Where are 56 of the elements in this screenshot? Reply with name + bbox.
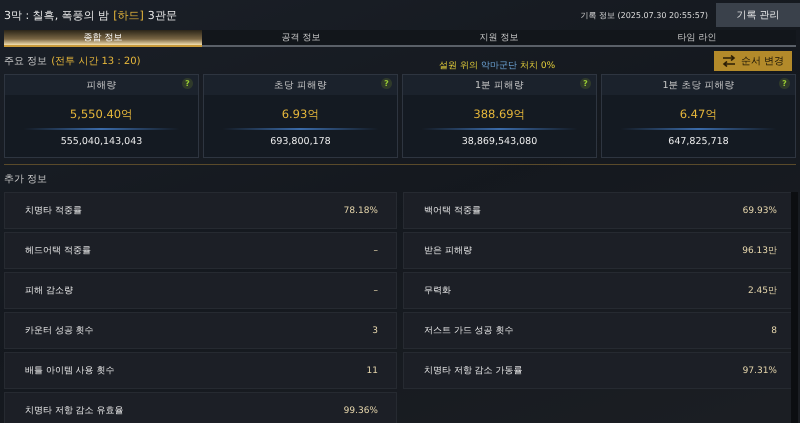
reorder-button[interactable]: 순서 변경 (714, 51, 792, 71)
row-label: 저스트 가드 성공 횟수 (424, 325, 514, 337)
row-value: 3 (372, 326, 378, 336)
help-button[interactable]: ? (779, 78, 790, 89)
help-button[interactable]: ? (182, 78, 193, 89)
row-label: 헤드어택 적중률 (25, 245, 91, 257)
row-label: 백어택 적중률 (424, 205, 481, 217)
row-value: 97.31% (742, 366, 777, 376)
stat-label: 1분 피해량 (474, 78, 524, 92)
stat-label: 피해량 (86, 78, 116, 92)
help-button[interactable]: ? (381, 78, 392, 89)
tab[interactable]: 지원 정보 (400, 30, 598, 47)
scrollbar[interactable] (791, 192, 798, 423)
row-value: 8 (771, 326, 777, 336)
stage-label: 3관문 (148, 8, 177, 22)
stat-value: 6.47억 (680, 107, 718, 122)
row-label: 받은 피해량 (424, 245, 472, 257)
row-label: 카운터 성공 횟수 (25, 325, 94, 337)
row-value: – (374, 286, 378, 296)
row-label: 치명타 저항 감소 가동률 (424, 365, 523, 377)
battle-time: (전투 시간 13 : 20) (51, 55, 141, 68)
row-value: 69.93% (742, 206, 777, 216)
tab[interactable]: 타임 라인 (598, 30, 796, 47)
manage-records-button[interactable]: 기록 관리 (716, 3, 800, 27)
stat-raw-value: 693,800,178 (270, 136, 331, 147)
stat-label: 1분 초당 피해량 (662, 78, 735, 92)
row-label: 치명타 적중률 (25, 205, 82, 217)
stat-raw-value: 555,040,143,043 (60, 136, 142, 147)
stat-raw-value: 647,825,718 (668, 136, 729, 147)
stat-value: 388.69억 (473, 107, 526, 122)
objective-text: 악마군단 (481, 60, 518, 72)
stat-label: 초당 피해량 (274, 78, 328, 92)
objective-text: 처치 0% (520, 60, 556, 72)
row-value: 78.18% (344, 206, 378, 216)
row-label: 무력화 (424, 285, 451, 297)
help-button[interactable]: ? (580, 78, 591, 89)
section-title: 추가 정보 (3, 173, 48, 187)
row-value: 99.36% (344, 406, 378, 416)
swap-arrows-icon (722, 55, 736, 67)
row-value: 11 (366, 366, 378, 376)
row-label: 피해 감소량 (25, 285, 73, 297)
stat-value: 5,550.40억 (70, 107, 134, 122)
row-value: 96.13만 (742, 245, 777, 257)
stat-raw-value: 38,869,543,080 (462, 136, 538, 147)
objective-text: 설원 위의 (439, 60, 478, 72)
row-value: – (374, 246, 378, 256)
section-title: 주요 정보 (4, 55, 48, 68)
record-info: 기록 정보 (2025.07.30 20:55:57) (580, 10, 708, 20)
row-label: 치명타 저항 감소 유효율 (25, 405, 124, 417)
tab[interactable]: 공격 정보 (202, 30, 400, 47)
page-title: 3막 : 칠흑, 폭풍의 밤 (4, 8, 110, 22)
row-label: 배틀 아이템 사용 횟수 (25, 365, 115, 377)
difficulty-label: [하드] (113, 8, 144, 22)
row-value: 2.45만 (748, 285, 777, 297)
stat-value: 6.93억 (282, 107, 320, 122)
tab[interactable]: 종합 정보 (4, 30, 202, 47)
